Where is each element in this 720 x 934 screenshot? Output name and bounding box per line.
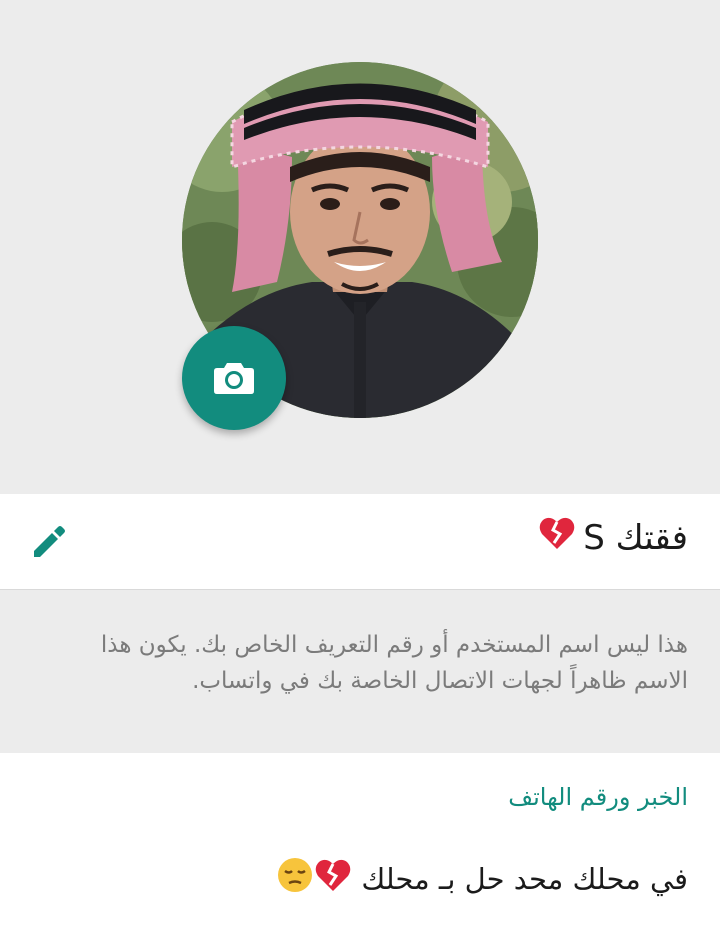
name-hint-section: هذا ليس اسم المستخدم أو رقم التعريف الخا…	[0, 591, 720, 753]
camera-icon	[214, 363, 254, 394]
broken-heart-icon	[315, 858, 351, 899]
change-photo-button[interactable]	[182, 326, 286, 430]
about-section[interactable]: الخبر ورقم الهاتف في محلك محد حل بـ محلك	[0, 753, 720, 934]
pencil-icon	[34, 526, 65, 557]
about-title: الخبر ورقم الهاتف	[508, 783, 688, 811]
pensive-face-icon	[277, 857, 313, 900]
profile-name: فقتك S	[539, 516, 688, 559]
profile-name-row[interactable]: فقتك S	[0, 494, 720, 590]
profile-photo-section	[0, 0, 720, 494]
about-text: في محلك محد حل بـ محلك	[277, 857, 688, 900]
edit-name-button[interactable]	[26, 521, 70, 565]
about-value: في محلك محد حل بـ محلك	[361, 861, 688, 896]
name-hint-text: هذا ليس اسم المستخدم أو رقم التعريف الخا…	[100, 632, 688, 694]
about-emojis	[277, 857, 351, 900]
profile-name-label: فقتك S	[583, 517, 688, 558]
broken-heart-icon	[539, 516, 575, 559]
